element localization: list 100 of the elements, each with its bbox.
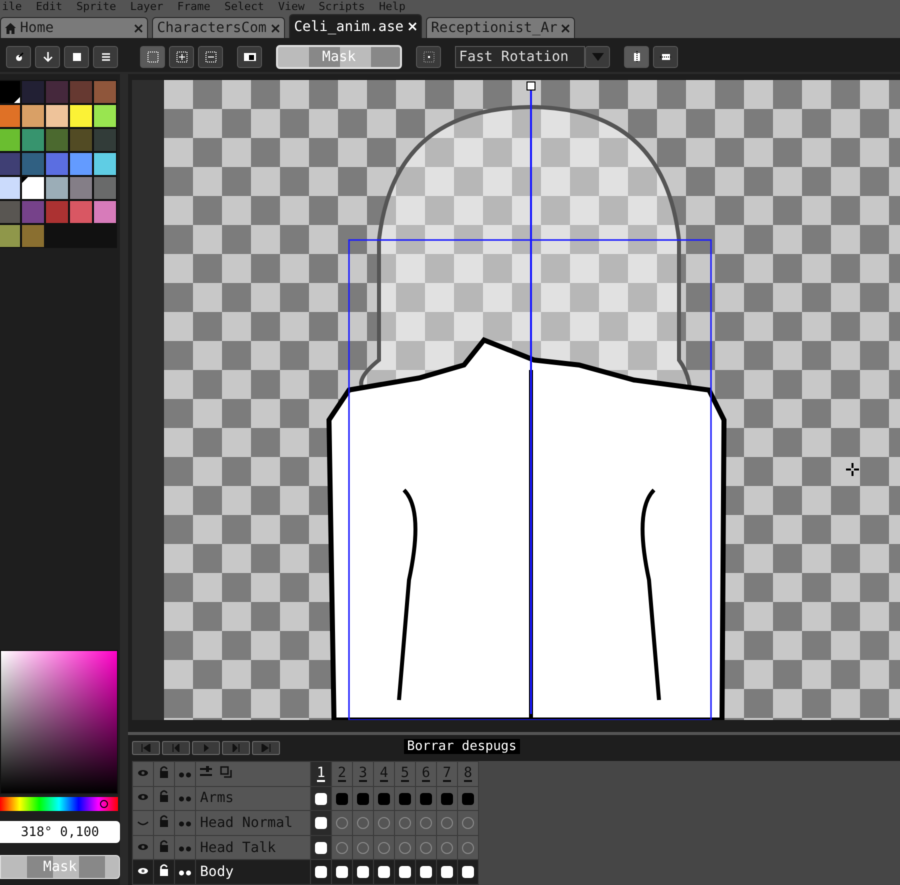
menu-item[interactable]: View bbox=[278, 0, 305, 14]
palette-swatch[interactable] bbox=[0, 177, 20, 199]
empty-cel[interactable] bbox=[462, 817, 474, 830]
eye-icon[interactable] bbox=[137, 867, 149, 876]
playback-button[interactable] bbox=[192, 741, 220, 755]
file-tab[interactable]: Home bbox=[0, 17, 148, 38]
transparent-color-button[interactable] bbox=[237, 46, 262, 68]
empty-cel[interactable] bbox=[441, 842, 453, 854]
empty-cel[interactable] bbox=[378, 817, 390, 830]
palette-swatch[interactable] bbox=[0, 129, 20, 151]
flip-vertical-button[interactable] bbox=[653, 46, 678, 68]
palette-swatch[interactable] bbox=[46, 81, 68, 103]
new-layer-icon[interactable] bbox=[220, 766, 232, 778]
selection-add-button[interactable] bbox=[169, 46, 194, 68]
link-dots-icon[interactable] bbox=[178, 870, 192, 876]
palette-swatch[interactable] bbox=[0, 105, 20, 127]
menu-item[interactable]: Scripts bbox=[318, 0, 365, 14]
cel[interactable] bbox=[357, 866, 369, 878]
cel[interactable] bbox=[462, 866, 474, 878]
selection-replace-button[interactable] bbox=[140, 46, 165, 68]
mask-button[interactable]: Mask bbox=[0, 855, 120, 879]
cel[interactable] bbox=[315, 842, 327, 854]
pivot-button[interactable] bbox=[416, 46, 441, 68]
square-button[interactable] bbox=[64, 46, 89, 68]
hue-slider[interactable] bbox=[0, 797, 118, 811]
menu-item[interactable]: ile bbox=[2, 0, 22, 14]
palette-swatch[interactable] bbox=[94, 105, 116, 127]
cel[interactable] bbox=[315, 792, 327, 805]
color-value-field[interactable]: 318° 0,100 bbox=[0, 821, 120, 843]
palette-swatch[interactable] bbox=[0, 81, 20, 103]
palette-swatch[interactable] bbox=[22, 153, 44, 175]
layer-settings-icon[interactable] bbox=[200, 766, 212, 778]
layer-name[interactable]: Arms bbox=[196, 786, 310, 811]
empty-cel[interactable] bbox=[357, 817, 369, 830]
brush-button[interactable] bbox=[6, 46, 31, 68]
menu-item[interactable]: Frame bbox=[177, 0, 210, 14]
cel[interactable] bbox=[315, 866, 327, 878]
empty-cel[interactable] bbox=[462, 842, 474, 854]
palette-swatch[interactable] bbox=[22, 129, 44, 151]
flip-horizontal-button[interactable] bbox=[624, 46, 649, 68]
link-dots-icon[interactable] bbox=[178, 846, 192, 852]
playback-button[interactable] bbox=[162, 741, 190, 755]
menu-item[interactable]: Select bbox=[224, 0, 264, 14]
palette-swatch[interactable] bbox=[0, 153, 20, 175]
cel[interactable] bbox=[336, 866, 348, 878]
empty-cel[interactable] bbox=[420, 842, 432, 854]
palette-swatch[interactable] bbox=[22, 105, 44, 127]
dropdown-button[interactable] bbox=[585, 46, 610, 68]
palette-swatch[interactable] bbox=[46, 105, 68, 127]
palette-swatch[interactable] bbox=[70, 129, 92, 151]
file-tab[interactable]: Celi_anim.ase bbox=[289, 14, 422, 38]
empty-cel[interactable] bbox=[357, 842, 369, 854]
empty-cel[interactable] bbox=[399, 842, 411, 854]
cel[interactable] bbox=[399, 866, 411, 878]
cel[interactable] bbox=[315, 817, 327, 830]
menu-button[interactable] bbox=[93, 46, 118, 68]
mask-button[interactable]: Mask bbox=[276, 44, 402, 68]
palette-swatch[interactable] bbox=[94, 201, 116, 223]
palette-swatch[interactable] bbox=[94, 153, 116, 175]
palette-swatch[interactable] bbox=[70, 81, 92, 103]
palette-swatch[interactable] bbox=[70, 105, 92, 127]
palette-swatch[interactable] bbox=[46, 177, 68, 199]
playback-button[interactable] bbox=[222, 741, 250, 755]
file-tab[interactable]: Receptionist_Ar bbox=[426, 17, 576, 38]
empty-cel[interactable] bbox=[336, 817, 348, 830]
down-arrow-button[interactable] bbox=[35, 46, 60, 68]
file-tab[interactable]: CharactersCom bbox=[152, 17, 285, 38]
sprite-canvas[interactable] bbox=[164, 80, 900, 720]
hue-handle[interactable] bbox=[100, 800, 108, 808]
palette-swatch[interactable] bbox=[46, 129, 68, 151]
empty-cel[interactable] bbox=[420, 817, 432, 830]
link-dots-icon[interactable] bbox=[178, 796, 192, 802]
empty-cel[interactable] bbox=[336, 842, 348, 854]
palette-swatch[interactable] bbox=[0, 225, 20, 247]
layer-name[interactable]: Head Normal bbox=[196, 810, 310, 836]
menu-item[interactable]: Sprite bbox=[76, 0, 116, 14]
palette-swatch[interactable] bbox=[70, 153, 92, 175]
palette-swatch[interactable] bbox=[46, 201, 68, 223]
playback-button[interactable] bbox=[132, 741, 160, 755]
empty-cel[interactable] bbox=[441, 817, 453, 830]
link-dots-icon[interactable] bbox=[178, 820, 192, 827]
palette-swatch[interactable] bbox=[22, 81, 44, 103]
palette-swatch[interactable] bbox=[0, 201, 20, 223]
menu-item[interactable]: Layer bbox=[130, 0, 164, 14]
palette-swatch[interactable] bbox=[70, 201, 92, 223]
palette-swatch[interactable] bbox=[70, 177, 92, 199]
selection-subtract-button[interactable] bbox=[198, 46, 223, 68]
palette-swatch[interactable] bbox=[22, 225, 44, 247]
menu-item[interactable]: Edit bbox=[36, 0, 62, 14]
palette-swatch[interactable] bbox=[46, 153, 68, 175]
color-picker[interactable] bbox=[0, 650, 118, 794]
palette-swatch[interactable] bbox=[94, 177, 116, 199]
palette-swatch[interactable] bbox=[94, 81, 116, 103]
cel[interactable] bbox=[441, 866, 453, 878]
rotation-dropdown[interactable]: Fast Rotation bbox=[455, 46, 585, 68]
menu-item[interactable]: Help bbox=[378, 0, 406, 14]
palette-swatch[interactable] bbox=[22, 177, 44, 199]
empty-cel[interactable] bbox=[378, 842, 390, 854]
cel[interactable] bbox=[378, 866, 390, 878]
playback-button[interactable] bbox=[252, 741, 280, 755]
